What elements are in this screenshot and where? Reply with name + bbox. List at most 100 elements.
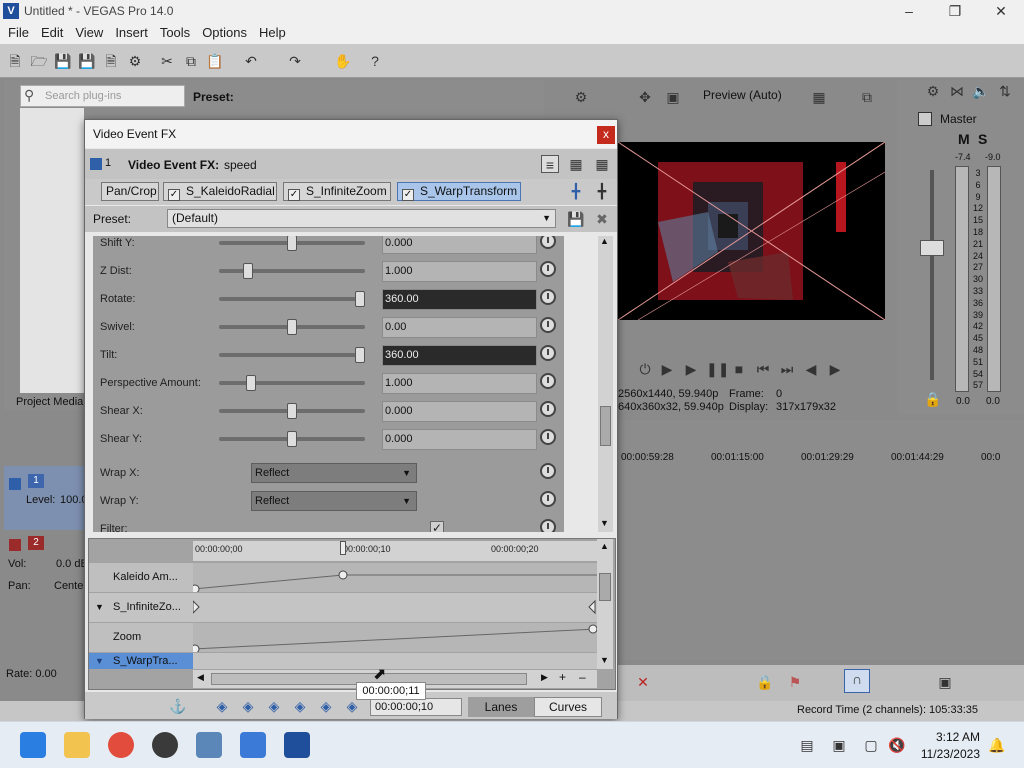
kf-row-label[interactable]: S_WarpTra... — [89, 653, 193, 669]
fx-chain-item-warptransform[interactable]: ✓ S_WarpTransform — [397, 182, 521, 201]
render-icon[interactable]: 🗎 — [102, 52, 120, 70]
lock-icon[interactable]: 🔒 — [924, 390, 942, 408]
first-keyframe-icon[interactable]: ◈ — [213, 697, 231, 715]
track-2-header[interactable]: 2 Vol: 0.0 dB Pan: Center — [4, 534, 88, 604]
scroll-thumb[interactable] — [599, 573, 611, 601]
slider-thumb[interactable] — [287, 403, 297, 419]
dialog-close-button[interactable]: x — [597, 126, 615, 144]
go-to-start-icon[interactable]: ⏮ — [754, 360, 772, 378]
scroll-down-icon[interactable]: ▼ — [600, 518, 609, 528]
menu-view[interactable]: View — [69, 22, 109, 44]
animate-icon[interactable] — [540, 289, 556, 305]
preset-dropdown[interactable]: (Default) ▼ — [167, 209, 556, 228]
param-value-input[interactable]: 360.00 — [382, 345, 537, 366]
last-keyframe-icon[interactable]: ◈ — [291, 697, 309, 715]
lanes-button[interactable]: Lanes — [468, 697, 534, 717]
kf-lane[interactable] — [190, 623, 598, 654]
param-value-input[interactable]: 0.000 — [382, 236, 537, 254]
stop-icon[interactable]: ■ — [730, 360, 748, 378]
animate-icon[interactable] — [540, 373, 556, 389]
save-preset-icon[interactable]: 💾 — [567, 210, 585, 228]
kf-lane[interactable] — [190, 563, 597, 594]
collapse-icon[interactable]: ▼ — [95, 656, 104, 666]
kf-row-label[interactable]: Kaleido Am... — [89, 563, 193, 592]
preview-quality-icon[interactable]: ▣ — [664, 88, 682, 106]
curves-button[interactable]: Curves — [534, 697, 602, 717]
kf-row-label[interactable]: S_InfiniteZo... — [89, 593, 193, 622]
play-from-start-icon[interactable]: ▶ — [658, 360, 676, 378]
param-slider[interactable] — [219, 403, 365, 419]
menu-options[interactable]: Options — [196, 22, 253, 44]
menu-edit[interactable]: Edit — [35, 22, 69, 44]
parameters-scrollbar[interactable]: ▲ ▼ — [598, 236, 613, 532]
param-slider[interactable] — [219, 263, 365, 279]
dim-icon[interactable]: ⇅ — [996, 82, 1014, 100]
scroll-up-icon[interactable]: ▲ — [600, 541, 609, 551]
param-value-input[interactable]: 0.00 — [382, 317, 537, 338]
param-slider[interactable] — [219, 236, 365, 251]
menu-file[interactable]: File — [2, 22, 35, 44]
keyframe-ruler[interactable]: 00:00:00;00 00:00:00;10 00:00:00;20 — [193, 541, 597, 561]
master-toggle[interactable] — [918, 112, 932, 126]
param-slider[interactable] — [219, 347, 365, 363]
mute-button[interactable]: M — [958, 131, 970, 147]
wrap-y-select[interactable]: Reflect ▼ — [251, 491, 417, 511]
notepad-icon[interactable] — [240, 732, 266, 758]
param-slider[interactable] — [219, 319, 365, 335]
plugin-search[interactable]: ⚲ Search plug-ins — [20, 85, 185, 107]
animate-icon[interactable] — [540, 261, 556, 277]
volume-muted-icon[interactable]: 🔇 — [888, 736, 906, 754]
play-icon[interactable]: ▶ — [682, 360, 700, 378]
solo-button[interactable]: S — [978, 131, 987, 147]
timeline-ruler[interactable]: 00:00:59:28 00:01:15:00 00:01:29:29 00:0… — [618, 448, 1008, 468]
new-icon[interactable]: 🗎 — [6, 52, 24, 70]
previous-frame-icon[interactable]: ◀ — [802, 360, 820, 378]
slider-thumb[interactable] — [246, 375, 257, 391]
param-slider[interactable] — [219, 291, 365, 307]
go-to-end-icon[interactable]: ⏭ — [778, 360, 796, 378]
speaker-icon[interactable]: 🔈 — [972, 82, 990, 100]
fx-enabled-checkbox[interactable]: ✓ — [168, 189, 180, 201]
detail-view-icon[interactable]: ▦ — [567, 155, 585, 173]
wrap-x-select[interactable]: Reflect ▼ — [251, 463, 417, 483]
preview-mode-dropdown[interactable]: Preview (Auto) — [703, 88, 782, 102]
remove-plugin-icon[interactable]: ╋ — [593, 182, 611, 200]
slider-thumb[interactable] — [287, 431, 297, 447]
param-value-input[interactable]: 0.000 — [382, 429, 537, 450]
fx-chain-item-kaleidoradial[interactable]: ✓ S_KaleidoRadial — [163, 182, 277, 201]
param-value-input[interactable]: 360.00 — [382, 289, 537, 310]
pause-icon[interactable]: ❚❚ — [706, 360, 729, 378]
redo-icon[interactable]: ↷ — [286, 52, 304, 70]
tab-project-media[interactable]: Project Media — [16, 396, 83, 408]
delete-preset-icon[interactable]: ✖ — [593, 210, 611, 228]
loop-icon[interactable]: ⏻ — [636, 360, 654, 378]
taskbar-time[interactable]: 3:12 AM — [920, 730, 980, 744]
save-icon[interactable]: 💾 — [54, 52, 72, 70]
vegas-taskbar-icon[interactable] — [284, 732, 310, 758]
clock-app-icon[interactable] — [152, 732, 178, 758]
fx-enabled-checkbox[interactable]: ✓ — [288, 189, 300, 201]
animate-icon[interactable] — [540, 401, 556, 417]
grid-view-icon[interactable]: ▦ — [593, 155, 611, 173]
menu-insert[interactable]: Insert — [109, 22, 154, 44]
previous-keyframe-icon[interactable]: ◈ — [239, 697, 257, 715]
param-slider[interactable] — [219, 431, 365, 447]
dialog-title-bar[interactable]: Video Event FX x — [85, 120, 617, 148]
slider-thumb[interactable] — [355, 347, 365, 363]
master-fader[interactable] — [920, 240, 944, 256]
split-screen-icon[interactable]: ✥ — [636, 88, 654, 106]
slider-thumb[interactable] — [243, 263, 254, 279]
chrome-icon[interactable] — [108, 732, 134, 758]
animate-icon[interactable] — [540, 317, 556, 333]
menu-tools[interactable]: Tools — [154, 22, 196, 44]
param-value-input[interactable]: 0.000 — [382, 401, 537, 422]
animate-icon[interactable] — [540, 236, 556, 249]
marker-icon[interactable]: ⚑ — [786, 673, 804, 691]
slider-thumb[interactable] — [355, 291, 365, 307]
help-icon[interactable]: ? — [366, 52, 384, 70]
photos-icon[interactable] — [196, 732, 222, 758]
taskbar-date[interactable]: 11/23/2023 — [910, 747, 980, 761]
master-settings-icon[interactable]: ⚙ — [924, 82, 942, 100]
scroll-up-icon[interactable]: ▲ — [600, 236, 609, 246]
lock-envelope-icon[interactable]: 🔒 — [756, 673, 774, 691]
